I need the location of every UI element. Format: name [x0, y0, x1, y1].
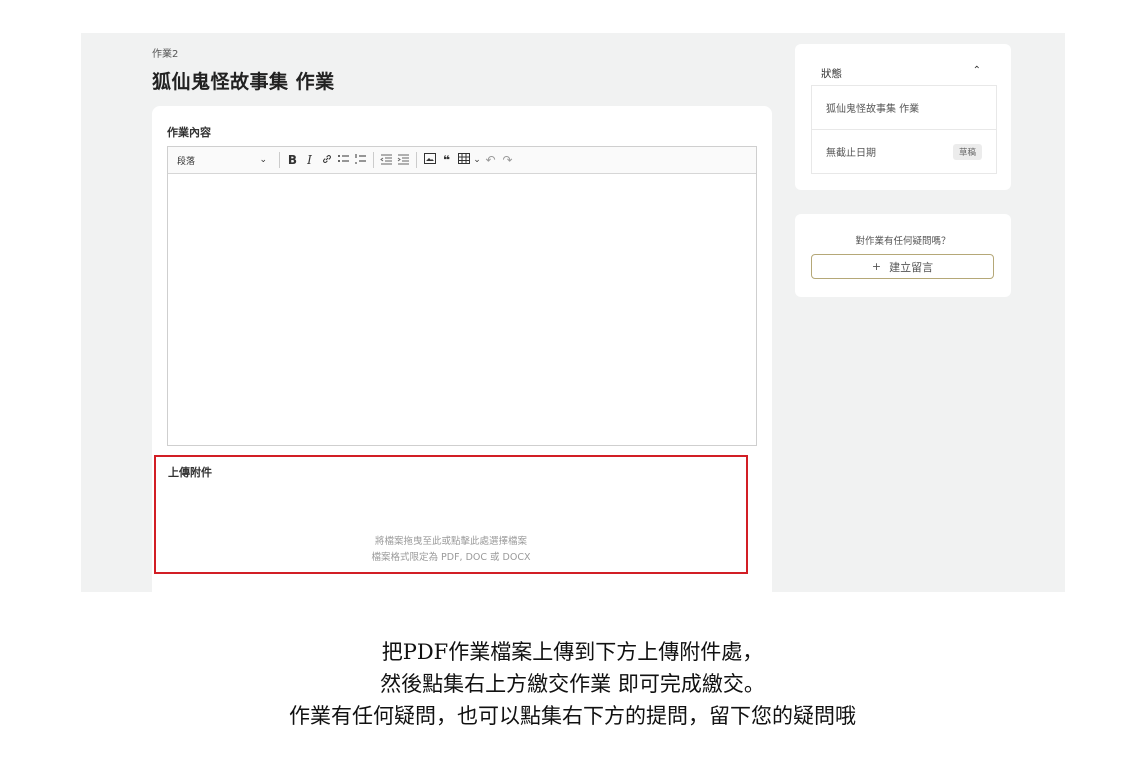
app-screen: 作業2 狐仙鬼怪故事集 作業 作業內容 段落 ⌄ B I ❝ ⌄ ↶ ↷ 上傳附… — [81, 33, 1065, 592]
status-assignment-row: 狐仙鬼怪故事集 作業 — [812, 86, 996, 129]
editor-label: 作業內容 — [167, 126, 211, 139]
status-assignment-name: 狐仙鬼怪故事集 作業 — [826, 104, 920, 115]
status-badge: 草稿 — [952, 143, 982, 160]
toolbar-divider — [279, 152, 280, 168]
bold-icon[interactable]: B — [284, 153, 301, 167]
caption-line-2: 然後點集右上方繳交作業 即可完成繳交。 — [380, 672, 765, 696]
upload-label: 上傳附件 — [168, 466, 212, 479]
status-deadline-row: 無截止日期 草稿 — [812, 129, 996, 173]
create-comment-button[interactable]: + 建立留言 — [811, 254, 994, 279]
page-title: 狐仙鬼怪故事集 作業 — [152, 71, 335, 93]
italic-icon[interactable]: I — [301, 153, 318, 167]
format-hint: 檔案格式限定為 PDF, DOC 或 DOCX — [371, 552, 531, 563]
chevron-down-icon: ⌄ — [259, 155, 267, 165]
status-details: 狐仙鬼怪故事集 作業 無截止日期 草稿 — [811, 85, 997, 174]
table-icon[interactable] — [455, 153, 472, 167]
bulleted-list-icon[interactable] — [335, 153, 352, 168]
paragraph-format-value: 段落 — [177, 156, 196, 167]
redo-icon[interactable]: ↷ — [499, 153, 516, 167]
editor-content-area[interactable] — [168, 174, 756, 444]
toolbar-divider — [416, 152, 417, 168]
status-panel: 狀態 ⌃ 狐仙鬼怪故事集 作業 無截止日期 草稿 — [795, 44, 1011, 190]
question-panel: 對作業有任何疑問嗎？ + 建立留言 — [795, 214, 1011, 297]
chevron-up-icon[interactable]: ⌃ — [973, 65, 981, 76]
caption-line-1: 把PDF作業檔案上傳到下方上傳附件處， — [381, 640, 764, 664]
status-title: 狀態 — [821, 68, 842, 80]
create-comment-label: 建立留言 — [889, 260, 934, 274]
toolbar-divider — [373, 152, 374, 168]
chevron-down-icon[interactable]: ⌄ — [472, 155, 482, 165]
deadline-text: 無截止日期 — [826, 148, 876, 159]
quote-icon[interactable]: ❝ — [438, 153, 455, 167]
paragraph-format-select[interactable]: 段落 ⌄ — [168, 154, 275, 167]
breadcrumb[interactable]: 作業2 — [152, 45, 178, 60]
numbered-list-icon[interactable] — [352, 153, 369, 168]
outdent-icon[interactable] — [378, 153, 395, 168]
indent-icon[interactable] — [395, 153, 412, 168]
rich-text-editor[interactable]: 段落 ⌄ B I ❝ ⌄ ↶ ↷ — [167, 146, 757, 446]
plus-icon: + — [871, 260, 882, 273]
link-icon[interactable] — [318, 153, 335, 168]
image-icon[interactable] — [421, 153, 438, 167]
upload-highlight-box: 上傳附件 將檔案拖曳至此或點擊此處選擇檔案 檔案格式限定為 PDF, DOC 或… — [154, 455, 748, 574]
drop-hint: 將檔案拖曳至此或點擊此處選擇檔案 — [374, 536, 527, 547]
caption-line-3: 作業有任何疑問，也可以點集右下方的提問，留下您的疑問哦 — [289, 704, 856, 728]
question-text: 對作業有任何疑問嗎？ — [855, 236, 951, 247]
undo-icon[interactable]: ↶ — [482, 153, 499, 167]
assignment-card: 作業內容 段落 ⌄ B I ❝ ⌄ ↶ ↷ 上傳附件 將檔案拖曳至此或點擊此處選… — [152, 106, 772, 592]
file-drop-zone[interactable]: 將檔案拖曳至此或點擊此處選擇檔案 檔案格式限定為 PDF, DOC 或 DOCX — [168, 497, 734, 567]
editor-toolbar: 段落 ⌄ B I ❝ ⌄ ↶ ↷ — [168, 147, 756, 174]
